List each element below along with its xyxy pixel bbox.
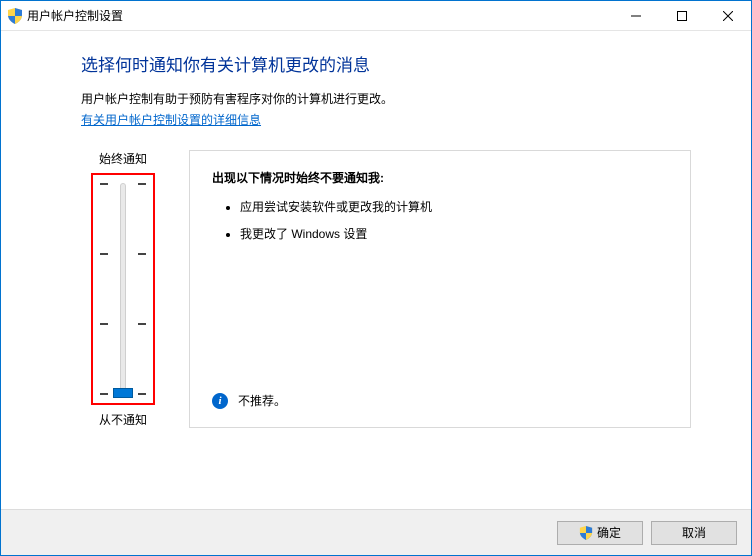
- slider-track-wrap: [109, 183, 137, 395]
- close-icon: [723, 11, 733, 21]
- titlebar: 用户帐户控制设置: [1, 1, 751, 31]
- close-button[interactable]: [705, 1, 751, 31]
- title-button-group: [613, 1, 751, 31]
- page-heading: 选择何时通知你有关计算机更改的消息: [81, 51, 691, 76]
- cancel-button[interactable]: 取消: [651, 521, 737, 545]
- slider-column: 始终通知 从不通知: [81, 150, 165, 428]
- more-info-link[interactable]: 有关用户帐户控制设置的详细信息: [81, 111, 691, 128]
- description-panel: 出现以下情况时始终不要通知我: 应用尝试安装软件或更改我的计算机 我更改了 Wi…: [189, 150, 691, 428]
- footer: 确定 取消: [1, 509, 751, 555]
- list-item: 应用尝试安装软件或更改我的计算机: [240, 198, 668, 215]
- main-row: 始终通知 从不通知 出现以下情况时始: [81, 150, 691, 428]
- slider-thumb[interactable]: [113, 388, 133, 398]
- shield-icon: [579, 526, 593, 540]
- recommendation-note: i 不推荐。: [212, 392, 286, 409]
- slider-bottom-label: 从不通知: [99, 411, 147, 428]
- cancel-button-label: 取消: [682, 524, 706, 541]
- uac-settings-window: 用户帐户控制设置 选择何时通知你有关计算机更改的消息 用户帐户控制有助于预防有害…: [0, 0, 752, 556]
- info-icon: i: [212, 393, 228, 409]
- window-title: 用户帐户控制设置: [27, 7, 123, 24]
- content-area: 选择何时通知你有关计算机更改的消息 用户帐户控制有助于预防有害程序对你的计算机进…: [1, 31, 751, 509]
- panel-title: 出现以下情况时始终不要通知我:: [212, 169, 668, 186]
- maximize-button[interactable]: [659, 1, 705, 31]
- minimize-button[interactable]: [613, 1, 659, 31]
- maximize-icon: [677, 11, 687, 21]
- slider-top-label: 始终通知: [99, 150, 147, 167]
- slider-ticks-right: [137, 183, 147, 395]
- page-description: 用户帐户控制有助于预防有害程序对你的计算机进行更改。: [81, 90, 691, 107]
- slider-track: [120, 183, 126, 395]
- ok-button-label: 确定: [597, 524, 621, 541]
- ok-button[interactable]: 确定: [557, 521, 643, 545]
- shield-icon: [7, 8, 23, 24]
- slider-ticks-left: [99, 183, 109, 395]
- uac-slider[interactable]: [91, 173, 155, 405]
- panel-bullet-list: 应用尝试安装软件或更改我的计算机 我更改了 Windows 设置: [212, 198, 668, 242]
- note-text: 不推荐。: [238, 392, 286, 409]
- list-item: 我更改了 Windows 设置: [240, 225, 668, 242]
- minimize-icon: [631, 11, 641, 21]
